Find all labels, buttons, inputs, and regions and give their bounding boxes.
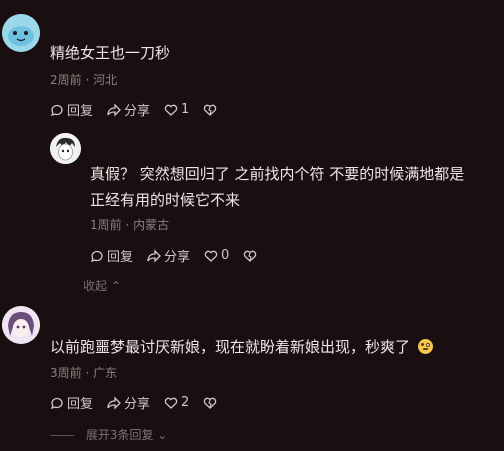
comment-location: 河北 — [93, 73, 118, 87]
collapse-replies-button[interactable]: 收起 ⌃ — [83, 277, 121, 294]
reply-location: 内蒙古 — [133, 218, 170, 232]
reply-label: 回复 — [67, 104, 94, 119]
comment-time: 2周前 — [50, 73, 82, 87]
dislike-button[interactable] — [243, 249, 260, 263]
comment-text-body: 以前跑噩梦最讨厌新娘，现在就盼着新娘出现，秒爽了 — [50, 338, 411, 356]
comment-actions: 回复 分享 1 — [50, 100, 234, 119]
reply-label: 回复 — [107, 250, 134, 265]
like-button[interactable]: 1 — [164, 102, 189, 117]
reply-label: 回复 — [67, 397, 94, 412]
share-icon — [107, 102, 121, 117]
dislike-heart-icon — [204, 104, 217, 116]
reply-button[interactable]: 回复 — [50, 393, 93, 412]
share-label: 分享 — [124, 104, 151, 119]
reply-button[interactable]: 回复 — [50, 100, 93, 119]
reply-button[interactable]: 回复 — [90, 246, 133, 265]
reply-meta: 1周前 · 内蒙古 — [90, 218, 170, 232]
comment-meta: 3周前 · 广东 — [50, 366, 118, 380]
comment-time: 3周前 — [50, 366, 82, 380]
reply-text: 真假？ 突然想回归了 之前找内个符 不要的时候满地都是 正经有用的时候它不来 — [90, 161, 464, 213]
reply-actions: 回复 分享 0 — [90, 246, 274, 265]
comment-icon — [91, 250, 103, 262]
dislike-button[interactable] — [203, 103, 220, 117]
avatar[interactable] — [50, 133, 81, 164]
like-count: 0 — [221, 248, 230, 263]
avatar[interactable] — [2, 306, 40, 344]
like-button[interactable]: 0 — [204, 248, 229, 263]
expand-replies-button[interactable]: 展开3条回复 ⌄ — [50, 426, 167, 443]
heart-icon — [164, 104, 178, 116]
collapse-label: 收起 — [83, 279, 108, 293]
comment-actions: 回复 分享 2 — [50, 393, 234, 412]
like-button[interactable]: 2 — [164, 395, 189, 410]
chevron-up-icon: ⌃ — [110, 279, 121, 293]
heart-icon — [204, 250, 218, 262]
dislike-heart-icon — [204, 397, 217, 409]
heart-icon — [164, 397, 178, 409]
comment-icon — [51, 397, 63, 409]
expand-label: 展开3条回复 — [85, 428, 154, 442]
share-icon — [107, 395, 121, 410]
share-icon — [147, 248, 161, 263]
comment-text: 精绝女王也一刀秒 — [50, 44, 171, 62]
dislike-heart-icon — [244, 250, 257, 262]
chevron-down-icon: ⌄ — [157, 428, 168, 442]
share-label: 分享 — [124, 397, 151, 412]
dislike-button[interactable] — [203, 396, 220, 410]
divider-line — [50, 435, 74, 436]
comment-icon — [51, 104, 63, 116]
share-button[interactable]: 分享 — [107, 393, 150, 412]
avatar[interactable] — [2, 14, 40, 52]
like-count: 2 — [181, 395, 190, 410]
comment-meta: 2周前 · 河北 — [50, 73, 118, 87]
share-button[interactable]: 分享 — [147, 246, 190, 265]
comment-text: 以前跑噩梦最讨厌新娘，现在就盼着新娘出现，秒爽了 — [50, 334, 433, 360]
share-label: 分享 — [164, 250, 191, 265]
reply-time: 1周前 — [90, 218, 122, 232]
like-count: 1 — [181, 102, 190, 117]
emoji-icon — [417, 339, 433, 354]
reply-text-line: 正经有用的时候它不来 — [90, 191, 241, 209]
comment-location: 广东 — [93, 366, 118, 380]
reply-text-line: 真假？ 突然想回归了 之前找内个符 不要的时候满地都是 — [90, 165, 465, 183]
share-button[interactable]: 分享 — [107, 100, 150, 119]
